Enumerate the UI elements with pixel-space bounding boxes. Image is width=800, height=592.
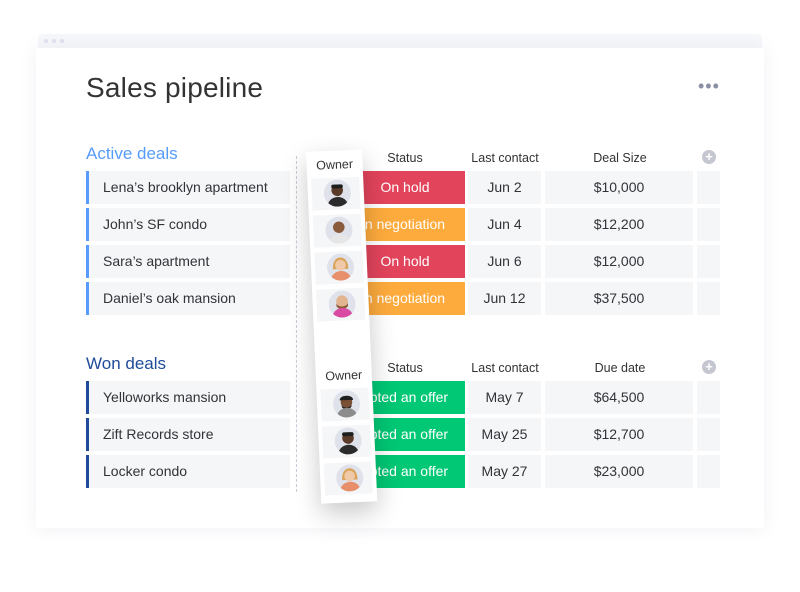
deal-size-cell[interactable]: $12,000 <box>545 245 693 278</box>
owner-cell[interactable] <box>323 461 373 496</box>
column-header-owner: Owner <box>315 156 354 173</box>
owner-cell[interactable] <box>311 176 361 211</box>
last-contact-cell[interactable]: May 27 <box>468 455 541 488</box>
avatar-woman-blonde-icon <box>326 253 355 282</box>
avatar-man-dark-icon <box>334 426 363 456</box>
window-dot <box>52 39 56 43</box>
add-column-icon[interactable]: + <box>702 360 716 374</box>
window-dot <box>60 39 64 43</box>
last-contact-cell[interactable]: Jun 4 <box>468 208 541 241</box>
last-contact-cell[interactable]: Jun 2 <box>468 171 541 204</box>
add-column-icon[interactable]: + <box>702 150 716 164</box>
column-header-owner: Owner <box>325 367 363 384</box>
last-contact-cell[interactable]: Jun 6 <box>468 245 541 278</box>
column-header-last-contact[interactable]: Last contact <box>465 361 545 375</box>
empty-cell <box>697 282 720 315</box>
empty-cell <box>697 455 720 488</box>
owner-cell[interactable] <box>321 424 372 459</box>
owner-cell[interactable] <box>312 213 363 248</box>
avatar-woman-blonde-icon <box>335 463 364 492</box>
column-header-due-date[interactable]: Due date <box>580 361 660 375</box>
column-header-deal-size[interactable]: Deal Size <box>580 151 660 165</box>
page-title: Sales pipeline <box>86 72 264 103</box>
window-bar <box>38 34 762 48</box>
empty-cell <box>697 208 720 241</box>
empty-cell <box>697 381 720 414</box>
window-dot <box>44 39 48 43</box>
empty-cell <box>697 245 720 278</box>
avatar-man-beard-icon <box>328 289 357 319</box>
more-options-icon[interactable]: ••• <box>698 76 720 97</box>
group-title-won[interactable]: Won deals <box>86 354 166 374</box>
last-contact-cell[interactable]: May 7 <box>468 381 541 414</box>
avatar-man-dark-icon <box>323 179 352 208</box>
avatar-man-cap-icon <box>332 389 361 419</box>
item-name[interactable]: Lena’s brooklyn apartment <box>86 171 290 204</box>
deal-size-cell[interactable]: $37,500 <box>545 282 693 315</box>
due-date-cell[interactable]: $23,000 <box>545 455 693 488</box>
item-name[interactable]: Zift Records store <box>86 418 290 451</box>
avatar-man-bald-icon <box>324 216 354 245</box>
item-name[interactable]: Daniel’s oak mansion <box>86 282 290 315</box>
last-contact-cell[interactable]: Jun 12 <box>468 282 541 315</box>
column-header-last-contact[interactable]: Last contact <box>465 151 545 165</box>
column-header-status[interactable]: Status <box>365 361 445 375</box>
group-title-active[interactable]: Active deals <box>86 144 178 164</box>
item-name[interactable]: Sara’s apartment <box>86 245 290 278</box>
deal-size-cell[interactable]: $10,000 <box>545 171 693 204</box>
item-name[interactable]: Yelloworks mansion <box>86 381 290 414</box>
empty-cell <box>697 171 720 204</box>
last-contact-cell[interactable]: May 25 <box>468 418 541 451</box>
owner-cell[interactable] <box>314 250 364 285</box>
due-date-cell[interactable]: $12,700 <box>545 418 693 451</box>
owner-cell[interactable] <box>320 387 370 422</box>
deal-size-cell[interactable]: $12,200 <box>545 208 693 241</box>
item-name[interactable]: John’s SF condo <box>86 208 290 241</box>
column-header-status[interactable]: Status <box>365 151 445 165</box>
item-name[interactable]: Locker condo <box>86 455 290 488</box>
owner-cell[interactable] <box>316 287 366 322</box>
due-date-cell[interactable]: $64,500 <box>545 381 693 414</box>
empty-cell <box>697 418 720 451</box>
